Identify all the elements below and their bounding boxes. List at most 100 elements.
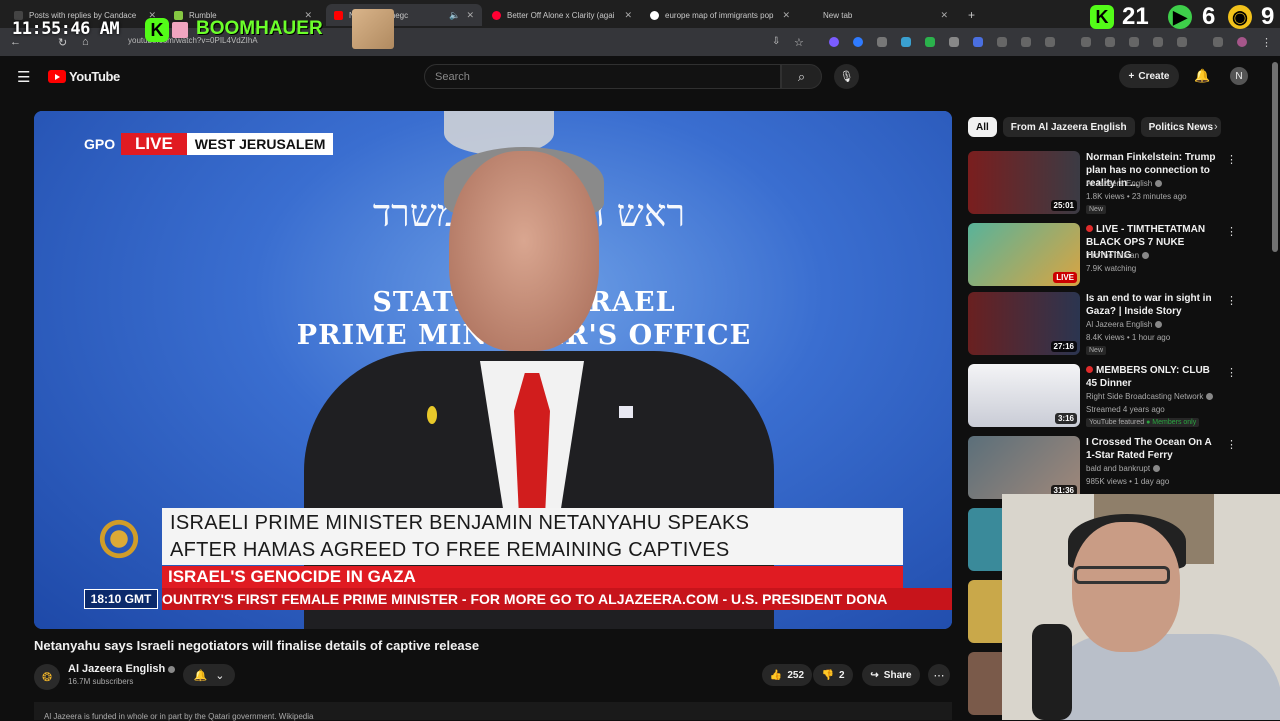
history-icon[interactable] xyxy=(1081,37,1091,47)
plus-icon: + xyxy=(1128,70,1135,82)
extension-icon[interactable] xyxy=(877,37,887,47)
featured-badge: YouTube featured ● Members only xyxy=(1086,418,1200,427)
like-button[interactable]: 👍 252 xyxy=(762,664,812,686)
video-thumbnail[interactable] xyxy=(968,580,1002,643)
extension-icon[interactable] xyxy=(997,37,1007,47)
mute-icon[interactable]: 🔈 xyxy=(449,10,460,21)
chip-all[interactable]: All xyxy=(968,117,997,137)
tab-youtube-music[interactable]: Better Off Alone x Clarity (agai ✕ xyxy=(484,4,640,26)
video-player[interactable]: ראש הממשלה משרד STATE ____ ISRAEL PRIME … xyxy=(34,111,952,629)
extension-icon[interactable] xyxy=(853,37,863,47)
search-input[interactable]: Search xyxy=(424,64,781,89)
close-icon[interactable]: ✕ xyxy=(782,10,790,21)
install-icon[interactable]: ⇩ xyxy=(772,36,780,47)
channel-name[interactable]: Al Jazeera English xyxy=(68,663,176,675)
funding-notice: Al Jazeera is funded in whole or in part… xyxy=(34,702,952,721)
recommendation-item[interactable]: 25:01 Norman Finkelstein: Trump plan has… xyxy=(968,151,1268,217)
live-location-tag: GPO LIVE WEST JERUSALEM xyxy=(84,133,334,155)
rec-channel: Al Jazeera English xyxy=(1086,320,1163,329)
channel-avatar[interactable]: ❂ xyxy=(34,664,60,690)
extension-icon[interactable] xyxy=(973,37,983,47)
video-thumbnail[interactable] xyxy=(968,508,1002,571)
chevron-right-icon[interactable]: › xyxy=(1214,121,1218,133)
chip-from-channel[interactable]: From Al Jazeera English xyxy=(1002,117,1135,137)
extension-icon[interactable] xyxy=(1177,37,1187,47)
close-icon[interactable]: ✕ xyxy=(624,10,632,21)
profile-avatar[interactable] xyxy=(1237,37,1247,47)
webcam-glasses xyxy=(1074,566,1170,584)
close-icon[interactable]: ✕ xyxy=(466,10,474,21)
video-thumbnail[interactable]: 25:01 xyxy=(968,151,1080,214)
create-button[interactable]: + Create xyxy=(1119,64,1179,88)
recommendation-item[interactable]: 31:36 I Crossed The Ocean On A 1-Star Ra… xyxy=(968,436,1268,502)
gpo-logo: GPO xyxy=(84,136,116,152)
hamburger-menu-icon[interactable]: ☰ xyxy=(17,68,30,86)
sidebar-icon[interactable] xyxy=(1153,37,1163,47)
extension-icon[interactable] xyxy=(901,37,911,47)
recommendation-item[interactable]: 27:16 Is an end to war in sight in Gaza?… xyxy=(968,292,1268,358)
page-scrollbar[interactable] xyxy=(1272,62,1278,252)
webcam-hand xyxy=(1032,624,1072,720)
speaker-head xyxy=(449,151,599,351)
broadcast-time: 18:10 GMT xyxy=(84,589,158,609)
twitch-icon: ◉ xyxy=(1228,5,1252,29)
extension-icon[interactable] xyxy=(925,37,935,47)
voice-search-mic-icon[interactable]: 🎙 xyxy=(834,64,859,89)
more-vert-icon[interactable]: ⋮ xyxy=(1226,294,1237,307)
download-icon[interactable] xyxy=(1213,37,1223,47)
recommendation-item[interactable]: 3:16 MEMBERS ONLY: CLUB 45 Dinner Right … xyxy=(968,364,1268,430)
kick-icon: K xyxy=(145,18,169,42)
new-tab-plus-icon[interactable]: + xyxy=(960,4,980,26)
more-actions-button[interactable]: ⋯ xyxy=(928,664,950,686)
video-thumbnail[interactable]: 31:36 xyxy=(968,436,1080,499)
tab-new-tab[interactable]: New tab ✕ xyxy=(800,4,956,26)
more-vert-icon[interactable]: ⋮ xyxy=(1226,225,1237,238)
more-vert-icon[interactable]: ⋮ xyxy=(1226,438,1237,451)
account-avatar[interactable]: N xyxy=(1230,67,1248,85)
extension-icon[interactable] xyxy=(829,37,839,47)
thumbs-down-icon: 👎 xyxy=(821,669,834,681)
youtube-logo[interactable]: YouTube xyxy=(48,69,120,84)
rumble-icon: ▶ xyxy=(1168,5,1192,29)
extension-icon[interactable] xyxy=(1105,37,1115,47)
live-badge: LIVE xyxy=(121,133,187,155)
youtube-music-icon xyxy=(492,10,501,20)
search-button[interactable]: ⌕ xyxy=(781,64,822,89)
more-vert-icon[interactable]: ⋮ xyxy=(1226,366,1237,379)
tab-google-search[interactable]: europe map of immigrants pop ✕ xyxy=(642,4,798,26)
flag-pin xyxy=(619,406,633,418)
video-thumbnail[interactable] xyxy=(968,652,1002,715)
puzzle-icon[interactable] xyxy=(1045,37,1055,47)
bell-icon: 🔔 xyxy=(193,669,208,682)
subscription-bell-button[interactable]: 🔔 ⌄ xyxy=(183,664,235,686)
share-button[interactable]: ↪ Share xyxy=(862,664,920,686)
yellow-ribbon-pin xyxy=(427,406,437,424)
verified-check-icon xyxy=(1155,321,1163,328)
tab-youtube-active[interactable]: N ys Israeli negc 🔈 ✕ xyxy=(326,4,482,26)
video-thumbnail[interactable]: LIVE xyxy=(968,223,1080,286)
more-vert-icon[interactable]: ⋮ xyxy=(1226,153,1237,166)
streamer-webcam xyxy=(1002,494,1280,720)
location-label: WEST JERUSALEM xyxy=(186,133,334,155)
extension-icon[interactable] xyxy=(949,37,959,47)
video-title: Netanyahu says Israeli negotiators will … xyxy=(34,638,480,653)
verified-check-icon xyxy=(1155,180,1163,187)
chevron-down-icon: ⌄ xyxy=(215,669,225,682)
live-dot-icon xyxy=(1086,366,1093,373)
recommendation-item[interactable]: LIVE LIVE - TIMTHETATMAN BLACK OPS 7 NUK… xyxy=(968,223,1268,289)
notifications-bell-icon[interactable]: 🔔 xyxy=(1194,68,1210,84)
chip-politics-news[interactable]: Politics News xyxy=(1140,117,1222,137)
close-icon[interactable]: ✕ xyxy=(940,10,948,21)
browser-tab-bar: Posts with replies by Candace ✕ Rumble ✕… xyxy=(0,0,1280,28)
devtools-icon[interactable] xyxy=(1129,37,1139,47)
cat-image xyxy=(352,9,394,49)
bookmark-star-icon[interactable]: ☆ xyxy=(794,36,804,49)
video-thumbnail[interactable]: 27:16 xyxy=(968,292,1080,355)
subscriber-count: 16.7M subscribers xyxy=(68,677,134,686)
youtube-icon xyxy=(334,10,343,20)
dislike-button[interactable]: 👎 2 xyxy=(813,664,853,686)
video-thumbnail[interactable]: 3:16 xyxy=(968,364,1080,427)
google-icon xyxy=(650,10,659,20)
extension-icon[interactable] xyxy=(1021,37,1031,47)
menu-kebab-icon[interactable]: ⋮ xyxy=(1261,36,1272,49)
